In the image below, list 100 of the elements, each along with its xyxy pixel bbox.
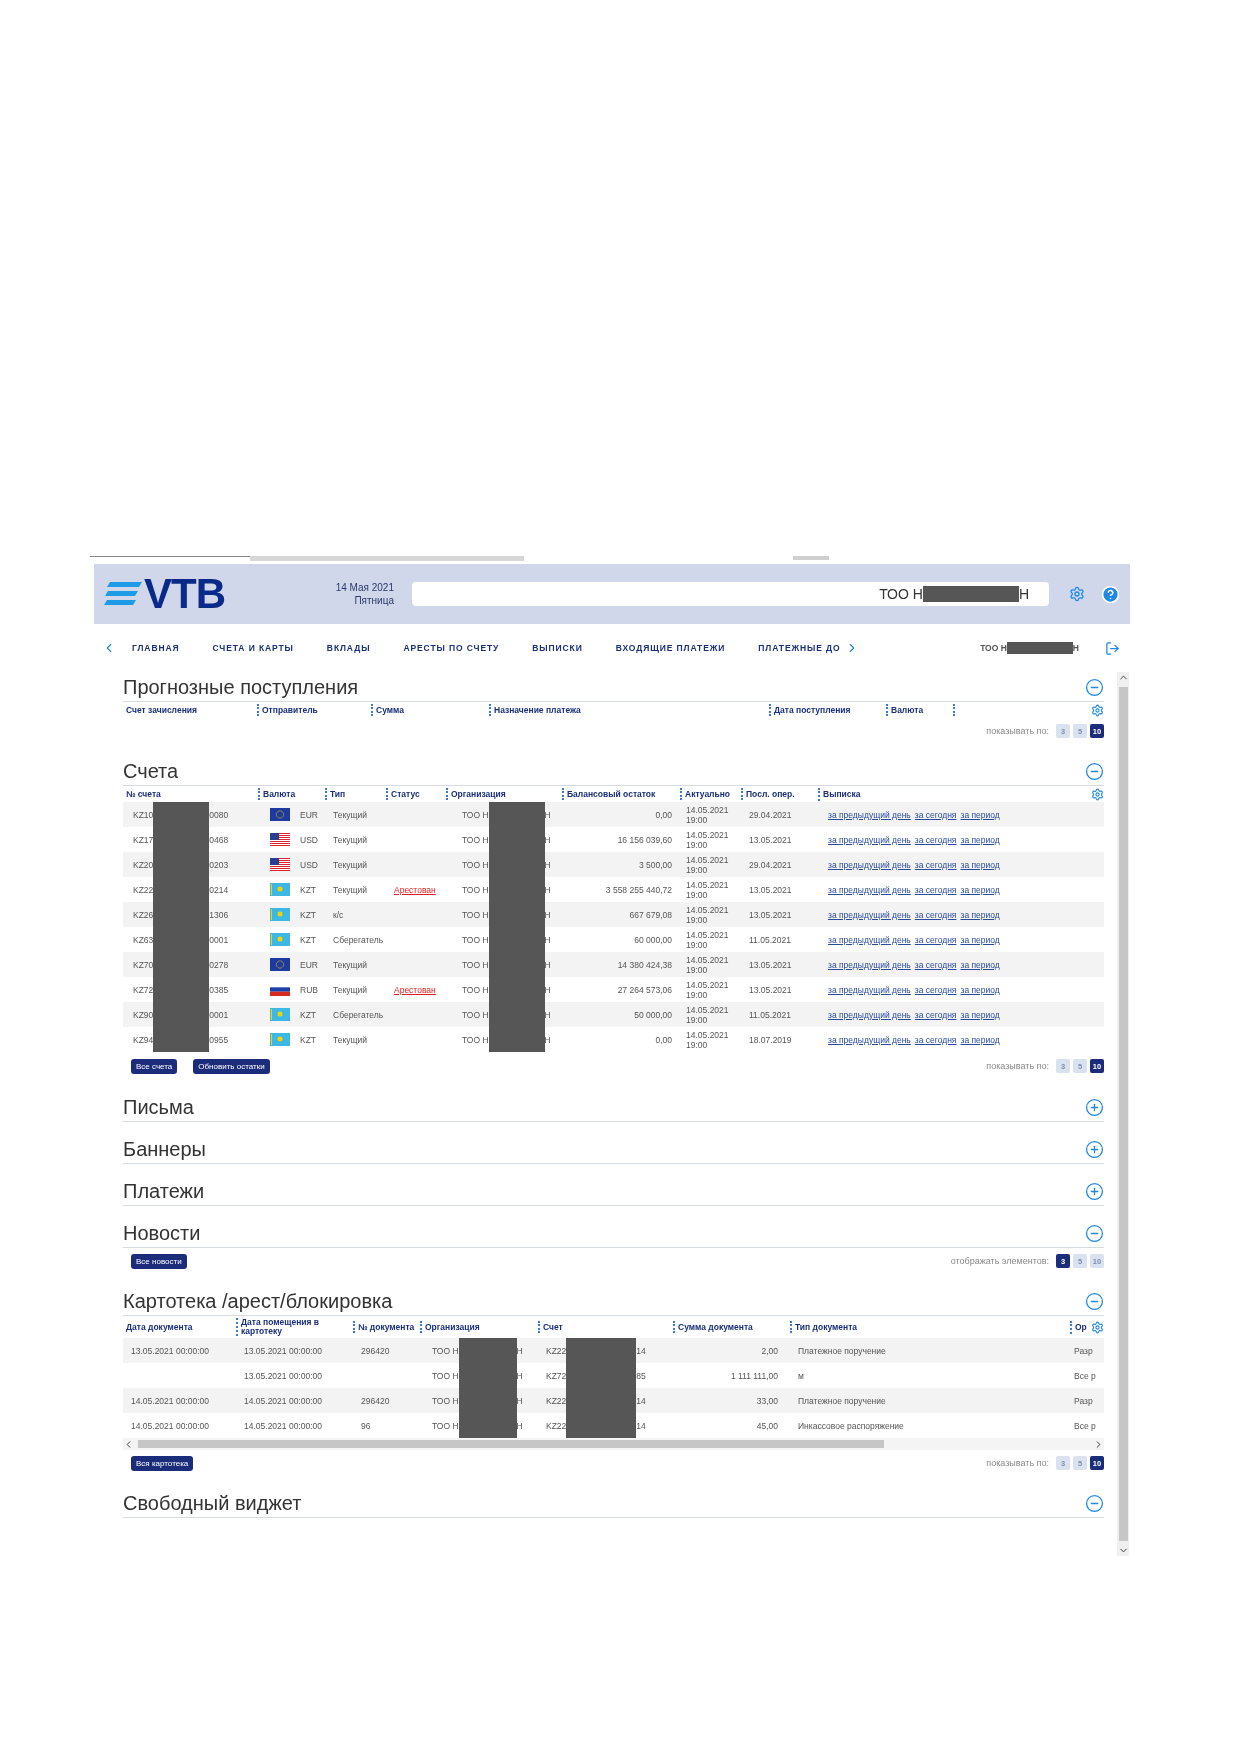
last-operation-date: 13.05.2021 bbox=[749, 909, 792, 920]
statement-link[interactable]: за предыдущий день bbox=[828, 859, 911, 870]
statement-link[interactable]: за сегодня bbox=[914, 884, 957, 895]
actual-datetime: 14.05.2021 19:00 bbox=[686, 804, 729, 825]
logo-stripes-icon bbox=[104, 582, 142, 606]
actual-datetime: 14.05.2021 19:00 bbox=[686, 1029, 729, 1050]
redacted-text-start: ТОО Н bbox=[462, 1034, 489, 1045]
expand-button[interactable] bbox=[1085, 1098, 1104, 1117]
statement-link[interactable]: за предыдущий день bbox=[828, 1009, 911, 1020]
actual-datetime: 14.05.2021 19:00 bbox=[686, 929, 729, 950]
statement-link[interactable]: за сегодня bbox=[914, 809, 957, 820]
statement-link[interactable]: за сегодня bbox=[914, 934, 957, 945]
account-type: к/с bbox=[333, 909, 344, 920]
section-title: Картотека /арест/блокировка bbox=[123, 1290, 393, 1313]
column-header: Актуально bbox=[680, 788, 741, 800]
column-header: Счет зачисления bbox=[125, 704, 198, 716]
collapse-button[interactable] bbox=[1085, 1224, 1104, 1243]
flag-icon bbox=[270, 908, 290, 921]
collapse-button[interactable] bbox=[1085, 1292, 1104, 1311]
action-button[interactable]: Обновить остатки bbox=[193, 1058, 270, 1074]
statement-link[interactable]: за предыдущий день bbox=[828, 984, 911, 995]
page-size-label: показывать по: bbox=[986, 1458, 1049, 1468]
account-type: Текущий bbox=[333, 859, 367, 870]
statement-link[interactable]: за период bbox=[960, 959, 1000, 970]
table-cell: Платежное поручение bbox=[798, 1395, 886, 1406]
column-header: Отправитель bbox=[257, 704, 371, 716]
nav-tab[interactable]: ПЛАТЕЖНЫЕ ДО bbox=[758, 643, 841, 653]
actual-datetime: 14.05.2021 19:00 bbox=[686, 829, 729, 850]
redacted-text-start: ТОО Н bbox=[462, 909, 489, 920]
statement-link[interactable]: за период bbox=[960, 834, 1000, 845]
table-cell: 13.05.2021 00:00:00 bbox=[244, 1345, 322, 1356]
table-cell: 45,00 bbox=[756, 1420, 778, 1431]
statement-link[interactable]: за период bbox=[960, 984, 1000, 995]
currency-code: EUR bbox=[300, 959, 318, 970]
statement-link[interactable]: за предыдущий день bbox=[828, 909, 911, 920]
last-operation-date: 11.05.2021 bbox=[749, 1009, 791, 1020]
statement-link[interactable]: за период bbox=[960, 934, 1000, 945]
column-header: Балансовый остаток bbox=[562, 788, 680, 800]
statement-link[interactable]: за сегодня bbox=[914, 909, 957, 920]
statement-link[interactable]: за сегодня bbox=[914, 834, 957, 845]
statement-link[interactable]: за сегодня bbox=[914, 984, 957, 995]
statement-link[interactable]: за период bbox=[960, 859, 1000, 870]
statement-link[interactable]: за предыдущий день bbox=[828, 834, 911, 845]
account-type: Текущий bbox=[333, 984, 367, 995]
redacted-text-start: KZ17 bbox=[133, 834, 154, 845]
redacted-text-end: 0385 bbox=[209, 984, 229, 995]
statement-link[interactable]: за период bbox=[960, 909, 1000, 920]
redacted-text-start: KZ22 bbox=[546, 1395, 567, 1406]
statement-link[interactable]: за сегодня bbox=[914, 959, 957, 970]
statement-link[interactable]: за сегодня bbox=[914, 859, 957, 870]
status-link[interactable]: Арестован bbox=[394, 984, 436, 995]
balance-amount: 14 380 424,38 bbox=[617, 959, 672, 970]
redacted-text-end: 0468 bbox=[209, 834, 229, 845]
balance-amount: 60 000,00 bbox=[634, 934, 672, 945]
nav-tab[interactable]: АРЕСТЫ ПО СЧЕТУ bbox=[403, 643, 500, 653]
flag-icon bbox=[270, 808, 290, 821]
column-header: Сумма документа bbox=[673, 1321, 790, 1333]
company-field[interactable]: ТОО Н Н bbox=[412, 582, 1049, 606]
column-header: Выписка bbox=[823, 789, 861, 799]
column-header: Тип bbox=[325, 788, 386, 800]
statement-link[interactable]: за предыдущий день bbox=[828, 934, 911, 945]
statement-link[interactable]: за предыдущий день bbox=[828, 809, 911, 820]
redacted-text-start: KZ72 bbox=[133, 984, 154, 995]
nav-tab[interactable]: ГЛАВНАЯ bbox=[132, 643, 180, 653]
vertical-scrollbar[interactable] bbox=[1117, 672, 1129, 1556]
table-cell: 13.05.2021 00:00:00 bbox=[131, 1345, 209, 1356]
statement-link[interactable]: за период bbox=[960, 809, 1000, 820]
statement-link[interactable]: за период bbox=[960, 1034, 1000, 1045]
redacted-text-end: Н bbox=[544, 984, 551, 995]
statement-link[interactable]: за сегодня bbox=[914, 1034, 957, 1045]
expand-button[interactable] bbox=[1085, 1182, 1104, 1201]
action-button[interactable]: Вся картотека bbox=[131, 1455, 194, 1471]
action-button[interactable]: Все счета bbox=[131, 1058, 178, 1074]
redacted-text-start: ТОО Н bbox=[432, 1370, 459, 1381]
flag-icon bbox=[270, 883, 290, 896]
collapse-button[interactable] bbox=[1085, 678, 1104, 697]
statement-link[interactable]: за предыдущий день bbox=[828, 959, 911, 970]
statement-link[interactable]: за период bbox=[960, 884, 1000, 895]
status-link[interactable]: Арестован bbox=[394, 884, 436, 895]
action-button[interactable]: Все новости bbox=[131, 1253, 187, 1269]
redacted-text-end: Н bbox=[544, 959, 551, 970]
statement-link[interactable]: за период bbox=[960, 1009, 1000, 1020]
statement-link[interactable]: за предыдущий день bbox=[828, 1034, 911, 1045]
column-header: № документа bbox=[353, 1321, 420, 1333]
nav-tab[interactable]: СЧЕТА И КАРТЫ bbox=[212, 643, 294, 653]
table-cell: 2,00 bbox=[761, 1345, 778, 1356]
balance-amount: 3 500,00 bbox=[638, 859, 672, 870]
nav-tab[interactable]: ВКЛАДЫ bbox=[326, 643, 371, 653]
expand-button[interactable] bbox=[1085, 1140, 1104, 1159]
column-header: Посл. опер. bbox=[741, 788, 818, 800]
horizontal-scrollbar[interactable] bbox=[123, 1438, 1104, 1450]
collapse-button[interactable] bbox=[1085, 1494, 1104, 1513]
redacted-text-start: KZ20 bbox=[133, 859, 154, 870]
statement-link[interactable]: за предыдущий день bbox=[828, 884, 911, 895]
redacted-text-end: 0001 bbox=[209, 1009, 229, 1020]
nav-tab[interactable]: ВЫПИСКИ bbox=[532, 643, 583, 653]
currency-code: USD bbox=[300, 834, 318, 845]
nav-tab[interactable]: ВХОДЯЩИЕ ПЛАТЕЖИ bbox=[615, 643, 726, 653]
collapse-button[interactable] bbox=[1085, 762, 1104, 781]
statement-link[interactable]: за сегодня bbox=[914, 1009, 957, 1020]
